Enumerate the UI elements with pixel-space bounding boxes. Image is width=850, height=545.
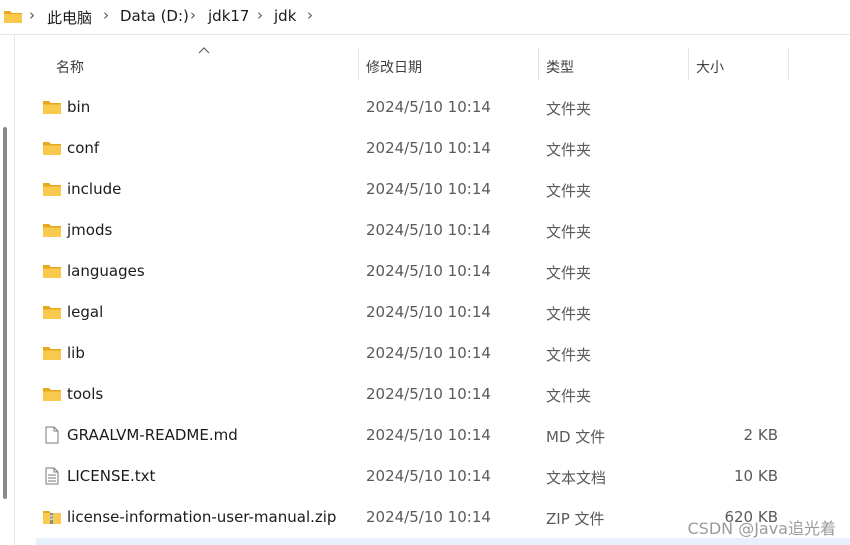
breadcrumb-item-data-drive[interactable]: Data (D:) xyxy=(120,7,189,25)
folder-icon xyxy=(43,347,61,360)
file-type: 文件夹 xyxy=(546,346,592,364)
file-date: 2024/5/10 10:14 xyxy=(366,139,491,157)
chevron-right-icon[interactable]: › xyxy=(257,6,263,24)
file-name: languages xyxy=(67,262,145,280)
pane-divider xyxy=(14,35,15,545)
file-name: LICENSE.txt xyxy=(67,467,156,485)
folder-icon xyxy=(43,388,61,401)
file-date: 2024/5/10 10:14 xyxy=(366,262,491,280)
file-row[interactable]: include 2024/5/10 10:14 文件夹 xyxy=(16,169,850,210)
chevron-right-icon[interactable]: › xyxy=(103,6,109,24)
chevron-right-icon[interactable]: › xyxy=(190,6,196,24)
file-type: 文件夹 xyxy=(546,387,592,405)
breadcrumb: › 此电脑 › Data (D:) › jdk17 › jdk › xyxy=(0,0,850,35)
file-type: 文件夹 xyxy=(546,264,592,282)
file-date: 2024/5/10 10:14 xyxy=(366,426,491,444)
file-name: legal xyxy=(67,303,104,321)
file-date: 2024/5/10 10:14 xyxy=(366,98,491,116)
file-date: 2024/5/10 10:14 xyxy=(366,385,491,403)
column-divider[interactable] xyxy=(788,48,789,80)
file-date: 2024/5/10 10:14 xyxy=(366,180,491,198)
scrollbar-thumb[interactable] xyxy=(3,127,7,499)
file-type: 文件夹 xyxy=(546,100,592,118)
file-row[interactable]: bin 2024/5/10 10:14 文件夹 xyxy=(16,87,850,128)
chevron-right-icon: › xyxy=(29,6,35,24)
file-type: 文本文档 xyxy=(546,469,607,487)
text-file-icon xyxy=(45,467,59,485)
column-header-size[interactable]: 大小 xyxy=(696,57,724,77)
file-size: 2 KB xyxy=(743,426,778,444)
file-date: 2024/5/10 10:14 xyxy=(366,303,491,321)
file-row[interactable]: GRAALVM-README.md 2024/5/10 10:14 MD 文件 … xyxy=(16,415,850,456)
file-type: 文件夹 xyxy=(546,182,592,200)
column-header xyxy=(16,45,850,85)
file-name: conf xyxy=(67,139,100,157)
next-row-highlight[interactable] xyxy=(36,538,850,545)
column-header-type[interactable]: 类型 xyxy=(546,57,574,77)
column-divider[interactable] xyxy=(688,48,689,80)
breadcrumb-item-this-pc[interactable]: 此电脑 xyxy=(47,7,92,28)
file-name: lib xyxy=(67,344,85,362)
column-header-date[interactable]: 修改日期 xyxy=(366,57,422,77)
folder-icon xyxy=(43,265,61,278)
file-row[interactable]: languages 2024/5/10 10:14 文件夹 xyxy=(16,251,850,292)
file-date: 2024/5/10 10:14 xyxy=(366,221,491,239)
file-type: 文件夹 xyxy=(546,223,592,241)
zip-file-icon xyxy=(43,511,61,524)
file-date: 2024/5/10 10:14 xyxy=(366,508,491,526)
file-name: jmods xyxy=(67,221,113,239)
file-row[interactable]: jmods 2024/5/10 10:14 文件夹 xyxy=(16,210,850,251)
file-name: include xyxy=(67,180,122,198)
folder-icon xyxy=(43,142,61,155)
file-name: bin xyxy=(67,98,91,116)
file-type: 文件夹 xyxy=(546,305,592,323)
file-date: 2024/5/10 10:14 xyxy=(366,344,491,362)
column-divider[interactable] xyxy=(358,48,359,80)
file-row[interactable]: LICENSE.txt 2024/5/10 10:14 文本文档 10 KB xyxy=(16,456,850,497)
file-row[interactable]: legal 2024/5/10 10:14 文件夹 xyxy=(16,292,850,333)
folder-icon xyxy=(43,224,61,237)
file-date: 2024/5/10 10:14 xyxy=(366,467,491,485)
file-row[interactable]: tools 2024/5/10 10:14 文件夹 xyxy=(16,374,850,415)
watermark: CSDN @Java追光着 xyxy=(687,519,836,538)
breadcrumb-item-jdk17[interactable]: jdk17 xyxy=(208,7,249,25)
file-name: license-information-user-manual.zip xyxy=(67,508,337,526)
file-type: ZIP 文件 xyxy=(546,510,605,528)
file-type: 文件夹 xyxy=(546,141,592,159)
chevron-right-icon[interactable]: › xyxy=(307,6,313,24)
file-size: 10 KB xyxy=(734,467,778,485)
file-row[interactable]: lib 2024/5/10 10:14 文件夹 xyxy=(16,333,850,374)
folder-icon xyxy=(43,101,61,114)
file-name: GRAALVM-README.md xyxy=(67,426,238,444)
column-header-name[interactable]: 名称 xyxy=(56,57,84,77)
file-row[interactable]: conf 2024/5/10 10:14 文件夹 xyxy=(16,128,850,169)
column-divider[interactable] xyxy=(538,48,539,80)
folder-icon xyxy=(43,183,61,196)
folder-icon xyxy=(4,11,22,23)
sort-ascending-icon xyxy=(198,47,210,54)
file-icon xyxy=(45,426,59,444)
file-type: MD 文件 xyxy=(546,428,606,446)
file-name: tools xyxy=(67,385,104,403)
file-explorer-window: › 此电脑 › Data (D:) › jdk17 › jdk › 名称 修改日… xyxy=(0,0,850,545)
folder-icon xyxy=(43,306,61,319)
breadcrumb-item-jdk[interactable]: jdk xyxy=(274,7,296,25)
